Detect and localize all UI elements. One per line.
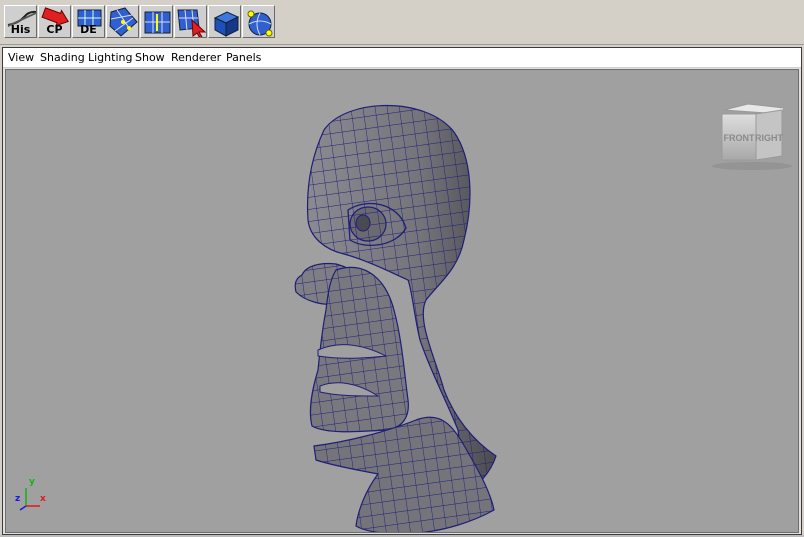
de-button[interactable]: DE — [72, 5, 105, 38]
menu-panels[interactable]: Panels — [226, 51, 261, 64]
shelf-toolbar: His CP DE — [0, 0, 804, 45]
mesh-select-icon — [177, 9, 206, 37]
cube-icon — [213, 11, 240, 37]
model-panel: View Shading Lighting Show Renderer Pane… — [2, 47, 802, 535]
cp-button[interactable]: CP — [38, 5, 71, 38]
head-mesh[interactable] — [294, 105, 497, 534]
de-button-label: DE — [80, 23, 97, 36]
menu-show[interactable]: Show — [135, 51, 165, 64]
menu-renderer[interactable]: Renderer — [171, 51, 221, 64]
perspective-viewport[interactable]: FRONT RIGHT y x z persp — [5, 69, 799, 533]
mesh-tool-1-button[interactable] — [106, 5, 139, 38]
viewcube-right-label: RIGHT — [755, 133, 784, 143]
mesh-tool-3-button[interactable] — [174, 5, 207, 38]
mesh-tool-2-button[interactable] — [140, 5, 173, 38]
view-cube[interactable]: FRONT RIGHT — [712, 103, 792, 170]
cube-tool-button[interactable] — [208, 5, 241, 38]
axis-y-label: y — [29, 477, 35, 487]
viewcube-front-label: FRONT — [724, 133, 755, 143]
menu-lighting[interactable]: Lighting — [88, 51, 132, 64]
cp-button-label: CP — [46, 23, 63, 36]
mesh-insert-icon — [144, 11, 171, 34]
menu-view[interactable]: View — [8, 51, 34, 64]
menu-shading[interactable]: Shading — [40, 51, 85, 64]
axis-z-label: z — [15, 494, 21, 504]
panel-menubar: View Shading Lighting Show Renderer Pane… — [3, 48, 801, 68]
history-button[interactable]: His — [4, 5, 37, 38]
axis-x-label: x — [40, 494, 46, 504]
viewport-canvas: FRONT RIGHT — [19, 103, 792, 534]
history-button-label: His — [10, 23, 31, 36]
sphere-icon — [247, 10, 273, 37]
sphere-tool-button[interactable] — [242, 5, 275, 38]
mesh-split-icon — [109, 7, 138, 37]
axis-gizmo — [19, 488, 40, 511]
